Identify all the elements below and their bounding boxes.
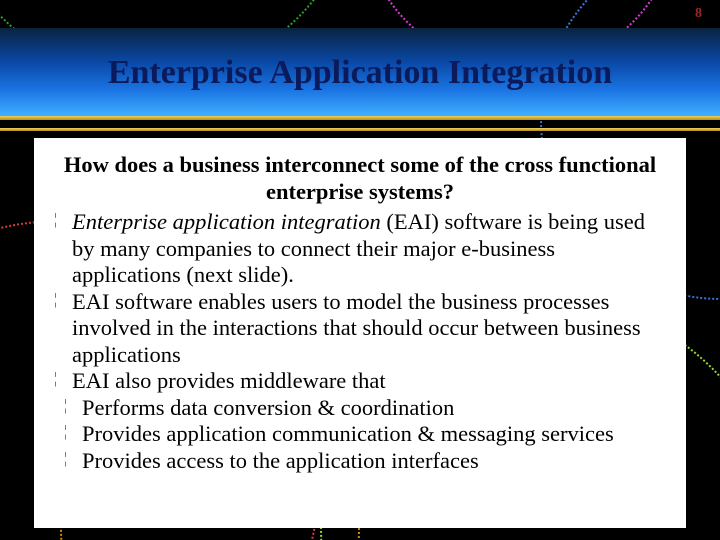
bullet-emph: Enterprise application integration <box>72 209 381 234</box>
sub-bullet-item: Provides application communication & mes… <box>54 421 666 448</box>
content-area: How does a business interconnect some of… <box>34 138 686 528</box>
sub-bullet-item: Provides access to the application inter… <box>54 448 666 475</box>
divider <box>0 116 720 120</box>
bullet-item: EAI software enables users to model the … <box>54 289 666 369</box>
bullet-list: Enterprise application integration (EAI)… <box>54 209 666 474</box>
bullet-item: Enterprise application integration (EAI)… <box>54 209 666 289</box>
sub-bullet-item: Performs data conversion & coordination <box>54 395 666 422</box>
bullet-item: EAI also provides middleware that <box>54 368 666 395</box>
slide-title: Enterprise Application Integration <box>0 54 720 92</box>
divider <box>0 128 720 131</box>
content-heading: How does a business interconnect some of… <box>54 152 666 205</box>
page-number: 8 <box>695 6 702 22</box>
